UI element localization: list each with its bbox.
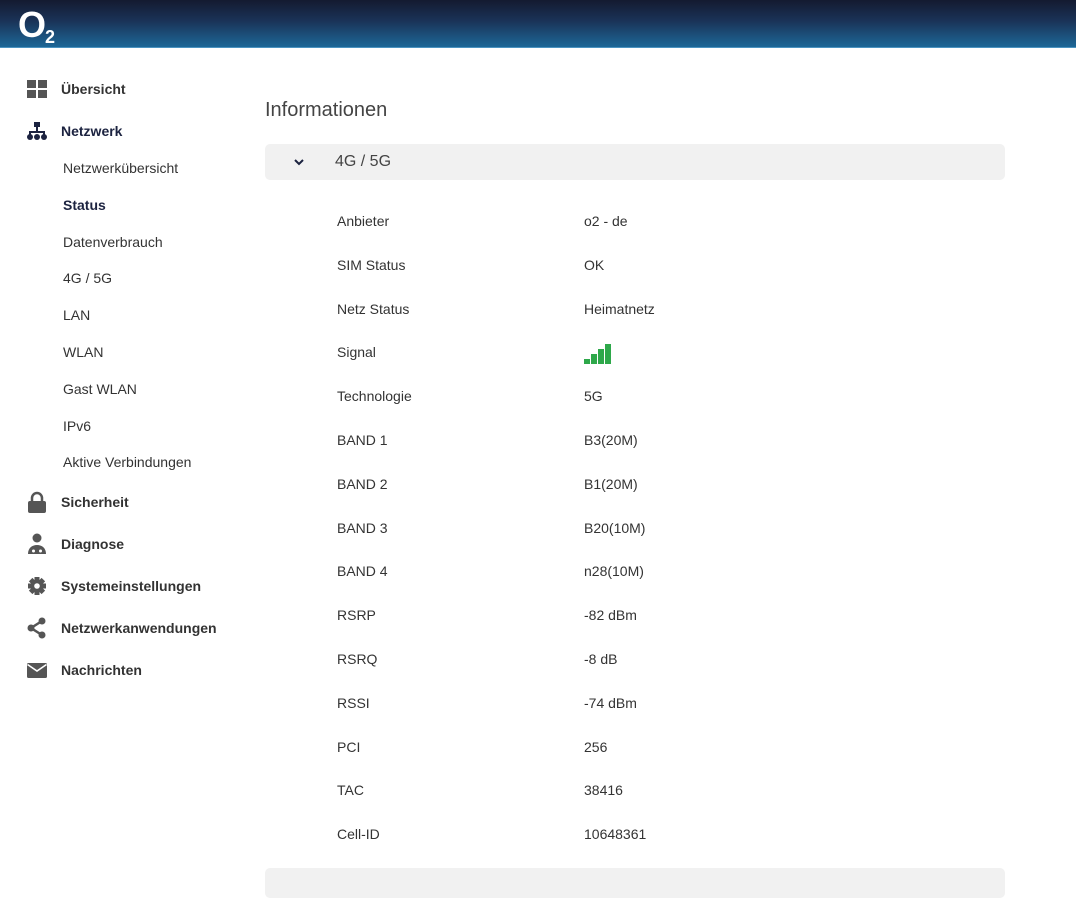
table-row: RSSI -74 dBm [337, 694, 637, 711]
sidebar-subitem-status[interactable]: Status [63, 197, 106, 213]
sidebar-subitem-datenverbrauch[interactable]: Datenverbrauch [63, 234, 163, 250]
row-label: RSRQ [337, 651, 378, 667]
row-value: B1(20M) [584, 475, 638, 492]
page-title: Informationen [265, 99, 388, 121]
sidebar-item-diagnose[interactable]: Diagnose [26, 533, 124, 555]
table-row: Cell-ID 10648361 [337, 826, 646, 843]
sidebar-item-label: Nachrichten [61, 662, 142, 678]
lock-icon [28, 491, 46, 513]
row-label: Cell-ID [337, 826, 380, 843]
chevron-down-icon [294, 159, 304, 166]
section-title: 4G / 5G [335, 153, 392, 170]
row-label: SIM Status [337, 256, 406, 273]
sidebar-subitem-ipv6[interactable]: IPv6 [63, 418, 91, 434]
row-value: 38416 [584, 782, 623, 799]
o2-logo[interactable]: O2 [18, 4, 55, 47]
row-value: 5G [584, 388, 603, 405]
table-row: TAC 38416 [337, 782, 623, 799]
table-row: Anbieter o2 - de [337, 213, 628, 229]
table-row: Netz Status Heimatnetz [337, 300, 655, 317]
row-value: o2 - de [584, 213, 628, 229]
table-row: BAND 2 B1(20M) [337, 475, 638, 492]
row-value: Heimatnetz [584, 300, 655, 317]
header: O2 [0, 0, 1076, 48]
row-label: RSRP [337, 607, 376, 624]
next-section-toggle[interactable] [265, 868, 1005, 898]
row-value: -8 dB [584, 651, 618, 667]
sidebar-item-sicherheit[interactable]: Sicherheit [26, 491, 129, 513]
row-value: -74 dBm [584, 694, 637, 711]
table-row: SIM Status OK [337, 256, 604, 273]
network-icon [27, 122, 47, 140]
sidebar-subitem-netzwerkuebersicht[interactable]: Netzwerkübersicht [63, 160, 178, 176]
row-value: B3(20M) [584, 432, 638, 448]
row-value: 10648361 [584, 826, 647, 843]
row-label: Netz Status [337, 300, 410, 317]
sidebar-subitem-wlan[interactable]: WLAN [63, 344, 103, 360]
sidebar-item-label: Netzwerk [61, 123, 123, 139]
signal-bar [598, 349, 604, 365]
row-label: BAND 3 [337, 519, 388, 536]
table-row: Signal [337, 344, 611, 365]
row-label: TAC [337, 782, 364, 799]
table-row: BAND 4 n28(10M) [337, 563, 644, 580]
row-value: OK [584, 256, 605, 273]
row-label: Anbieter [337, 213, 390, 229]
dashboard-icon [27, 80, 47, 98]
sidebar-item-systemeinstellungen[interactable]: Systemeinstellungen [26, 575, 201, 597]
row-value: -82 dBm [584, 607, 637, 624]
row-label: BAND 4 [337, 563, 388, 580]
signal-bar [591, 354, 597, 365]
sidebar-subitem-aktive-verbindungen[interactable]: Aktive Verbindungen [63, 454, 191, 470]
row-label: RSSI [337, 694, 370, 711]
sidebar-item-netzwerk[interactable]: Netzwerk [26, 120, 122, 142]
doctor-icon [28, 533, 46, 554]
sidebar-subitem-gast-wlan[interactable]: Gast WLAN [63, 381, 137, 397]
sidebar-item-netzwerkanwendungen[interactable]: Netzwerkanwendungen [26, 617, 217, 639]
table-row: RSRP -82 dBm [337, 607, 637, 624]
sidebar-item-label: Netzwerkanwendungen [61, 620, 217, 636]
table-row: RSRQ -8 dB [337, 651, 617, 667]
row-value: 256 [584, 738, 608, 755]
sidebar-item-label: Übersicht [61, 81, 126, 97]
sidebar-item-nachrichten[interactable]: Nachrichten [26, 659, 142, 681]
sidebar-subitem-4g-5g[interactable]: 4G / 5G [63, 270, 112, 286]
table-row: PCI 256 [337, 738, 607, 755]
section-4g-5g-toggle[interactable]: 4G / 5G [265, 144, 1005, 180]
sidebar-item-label: Systemeinstellungen [61, 578, 202, 594]
row-label: BAND 2 [337, 475, 388, 492]
row-label: PCI [337, 738, 361, 755]
row-label: BAND 1 [337, 432, 388, 448]
envelope-icon [27, 663, 47, 678]
table-row: BAND 3 B20(10M) [337, 519, 645, 536]
table-row: BAND 1 B3(20M) [337, 432, 638, 448]
share-icon [27, 617, 46, 639]
row-label: Signal [337, 344, 376, 361]
signal-bar [605, 344, 611, 365]
gear-icon [28, 577, 46, 595]
row-value: n28(10M) [584, 563, 644, 580]
table-row: Technologie 5G [337, 388, 603, 405]
row-value: B20(10M) [584, 519, 646, 536]
row-label: Technologie [337, 388, 412, 405]
sidebar-subitem-lan[interactable]: LAN [63, 307, 90, 323]
sidebar-item-label: Sicherheit [61, 494, 129, 510]
sidebar-item-label: Diagnose [61, 536, 125, 552]
sidebar-item-uebersicht[interactable]: Übersicht [26, 78, 126, 100]
signal-strength-icon [584, 344, 611, 365]
signal-bar [584, 359, 590, 365]
